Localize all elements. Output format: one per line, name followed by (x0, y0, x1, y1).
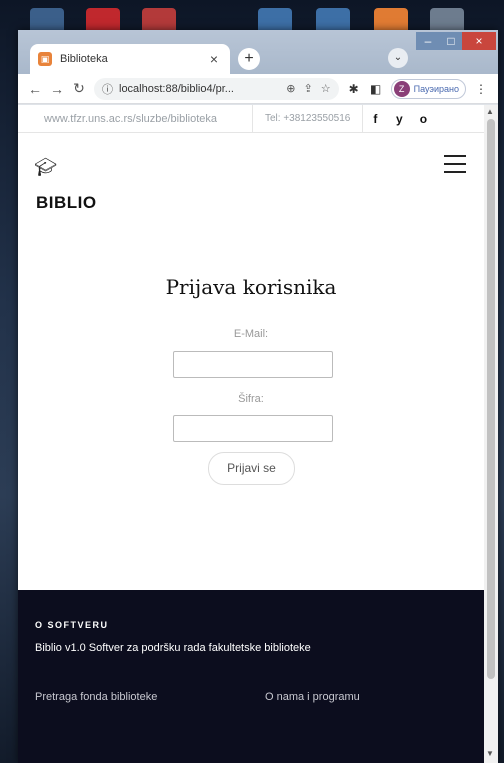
forward-arrow-icon[interactable]: → (46, 81, 68, 97)
address-text: localhost:88/biblio4/pr... (119, 82, 234, 95)
page-viewport: www.tfzr.uns.ac.rs/sluzbe/biblioteka Tel… (18, 105, 484, 763)
share-icon[interactable]: ⇪ (304, 82, 313, 95)
bookmark-star-icon[interactable]: ☆ (321, 82, 331, 95)
browser-tab[interactable]: ▣ Biblioteka × (30, 44, 230, 74)
site-topbar: www.tfzr.uns.ac.rs/sluzbe/biblioteka Tel… (18, 105, 484, 133)
browser-titlebar: ▣ Biblioteka × + ⌄ – □ × (18, 30, 498, 74)
profile-avatar: Z (393, 80, 410, 97)
footer-heading: O SOFTVERU (35, 620, 109, 630)
scroll-up-icon[interactable]: ▲ (486, 107, 494, 116)
extensions-puzzle-icon[interactable]: ✱ (343, 82, 365, 96)
browser-toolbar: ← → ↻ ⓘ localhost:88/biblio4/pr... ⊕ ⇪ ☆… (18, 74, 498, 104)
profile-button[interactable]: Z Пауэирано (390, 78, 466, 99)
phone-number: Tel: +38123550516 (253, 105, 364, 133)
address-bar[interactable]: ⓘ localhost:88/biblio4/pr... ⊕ ⇪ ☆ (94, 77, 339, 100)
graduation-cap-icon[interactable]: 🎓︎ (34, 157, 57, 178)
side-panel-icon[interactable]: ◧ (365, 82, 387, 96)
email-label: E-Mail: (233, 328, 269, 340)
twitter-icon[interactable]: y (387, 112, 411, 126)
faculty-library-link[interactable]: www.tfzr.uns.ac.rs/sluzbe/biblioteka (18, 105, 253, 133)
browser-menu-kebab-icon[interactable]: ⋮ (470, 82, 492, 96)
tab-title: Biblioteka (60, 53, 108, 65)
back-arrow-icon[interactable]: ← (24, 81, 46, 97)
site-info-icon[interactable]: ⓘ (102, 81, 113, 97)
new-tab-button[interactable]: + (238, 48, 260, 70)
facebook-icon[interactable]: f (363, 112, 387, 126)
zoom-icon[interactable]: ⊕ (286, 82, 295, 95)
tab-close-icon[interactable]: × (206, 51, 222, 67)
hamburger-menu-icon[interactable] (444, 155, 466, 179)
scroll-down-icon[interactable]: ▼ (486, 749, 494, 758)
site-brand[interactable]: BIBLIO (36, 193, 97, 213)
minimize-button[interactable]: – (416, 32, 440, 50)
login-button[interactable]: Prijavi se (208, 452, 295, 485)
footer-description: Biblio v1.0 Softver za podršku rada faku… (35, 642, 311, 654)
profile-status-label: Пауэирано (413, 83, 459, 94)
email-field[interactable] (173, 351, 333, 378)
page-scrollbar[interactable]: ▲ ▼ (484, 105, 498, 763)
password-field[interactable] (173, 415, 333, 442)
scrollbar-thumb[interactable] (487, 119, 495, 679)
site-footer: O SOFTVERU Biblio v1.0 Softver za podršk… (18, 590, 484, 763)
login-title: Prijava korisnika (165, 275, 337, 299)
maximize-button[interactable]: □ (440, 32, 462, 50)
password-label: Šifra: (238, 393, 264, 405)
github-icon[interactable]: o (411, 112, 435, 126)
browser-window: ▣ Biblioteka × + ⌄ – □ × ← → ↻ ⓘ localho… (18, 30, 498, 763)
close-window-button[interactable]: × (462, 32, 496, 50)
footer-link-search[interactable]: Pretraga fonda biblioteke (35, 691, 157, 703)
reload-icon[interactable]: ↻ (68, 80, 90, 97)
footer-link-about[interactable]: O nama i programu (265, 691, 360, 703)
site-favicon-icon: ▣ (38, 52, 52, 66)
tab-search-chevron-icon[interactable]: ⌄ (388, 48, 408, 68)
